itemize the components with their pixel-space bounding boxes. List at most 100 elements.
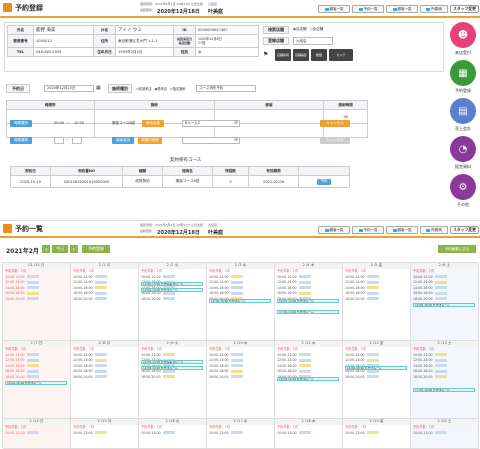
nominated-radio[interactable]: ○指名施術	[170, 86, 186, 91]
calendar-day[interactable]: 2 /14 日予約件数：1件 10:00-12:00	[3, 419, 71, 449]
today-button[interactable]: 今日	[52, 245, 68, 253]
list-customer-button-2[interactable]: 顧客一覧	[386, 226, 418, 234]
room-clear-icon[interactable]: ⊗	[234, 120, 238, 126]
reservation-chip[interactable]: 14:00-16:00 藍野 Bルーム	[209, 299, 271, 303]
end-time-2[interactable]	[72, 137, 82, 144]
store-edit-button[interactable]: 店舗編集	[293, 49, 309, 61]
customer-birth: 1995年2月2日	[115, 47, 174, 57]
room-select-2[interactable]	[182, 137, 240, 144]
calendar-day[interactable]: 2 /16 火予約件数：1件 10:00-12:00	[139, 419, 207, 449]
course-select[interactable]: コース消化予約	[196, 85, 256, 92]
list-affiliation-button[interactable]: 所属側	[420, 226, 448, 234]
calendar-slot[interactable]: 18:00-20:00	[139, 297, 206, 303]
reservation-chip[interactable]: 17:00-19:00 藍野 Bルーム	[277, 310, 339, 314]
start-time[interactable]: 09:00	[54, 121, 64, 125]
calendar-slot[interactable]: 10:00-12:00	[207, 431, 274, 437]
calendar-slot[interactable]: 10:00-12:00	[3, 431, 70, 437]
karte-button[interactable]: カルテ	[329, 49, 353, 61]
store-info-button[interactable]: 店舗情報	[275, 49, 291, 61]
list-staff-change-button[interactable]: スタッフ変更	[450, 226, 479, 234]
calendar-slot[interactable]: 10:00-12:00	[411, 431, 478, 437]
add-menu-button[interactable]: 施術追加	[112, 137, 134, 144]
calendar-slot[interactable]: 18:00-20:00	[343, 375, 410, 381]
reservation-chip[interactable]: 12:00-14:00 藍野 Bルーム	[277, 299, 339, 303]
reservation-chip[interactable]: 12:00-14:00 藍野 Bルーム	[141, 366, 203, 370]
reservation-chip[interactable]: 14:00-16:00 藍野 Bルーム	[345, 366, 407, 370]
start-time-2[interactable]	[54, 137, 64, 144]
list-customer-button[interactable]: 顧客一覧	[318, 226, 350, 234]
time-select-button-2[interactable]: 時間選択	[10, 137, 32, 144]
calendar-slot[interactable]: 18:00-20:00	[139, 375, 206, 381]
contract-reserve-button[interactable]: 予約	[317, 178, 331, 185]
reg-store-select[interactable]: 九段店	[293, 37, 333, 45]
menu-change-button[interactable]: 施術変更	[142, 120, 164, 127]
calendar-icon[interactable]: ▦	[96, 85, 101, 91]
calendar-slot[interactable]: 18:00-20:00	[71, 297, 138, 303]
calendar-slot[interactable]: 18:00-20:00	[3, 375, 70, 381]
flag-icon[interactable]: ⚑	[263, 51, 271, 59]
calendar-slot[interactable]: 10:00-12:00	[343, 431, 410, 437]
reservation-chip[interactable]: 17:00-19:00 藍野 Bルーム	[413, 388, 475, 392]
reservation-chip[interactable]: 14:00-16:00 藍野 Bルーム	[5, 381, 67, 385]
reservation-chip[interactable]: 14:00-16:00 藍野 Bルーム	[413, 303, 475, 307]
reservation-chip[interactable]: 11:00-13:00 藍野海美 Bルーム	[141, 282, 203, 286]
room-select[interactable]: Bルーム2	[182, 120, 240, 127]
affiliation-button[interactable]: 所属側	[420, 5, 448, 13]
register-button[interactable]: 予約登録	[82, 245, 110, 253]
calendar-slot[interactable]: 18:00-20:00	[411, 375, 478, 381]
calendar-day[interactable]: 2 /13 土予約件数：1件 10:00-12:00 12:00-14:00 14:0…	[411, 341, 479, 419]
calendar-day[interactable]: 2 /17 水予約件数：1件 10:00-12:00	[207, 419, 275, 449]
reservation-date-input[interactable]: 2020年12月20日	[44, 85, 94, 92]
calendar-day[interactable]: 01 /31 日予約件数：1件 10:00-12:00 12:00-14:00 14:…	[3, 263, 71, 341]
prev-month-button[interactable]: <	[42, 245, 50, 253]
gear-icon[interactable]: ⚙	[450, 174, 476, 200]
calendar-day[interactable]: 2 /10 水予約件数：1件 10:00-12:00 12:00-14:00 14:0…	[207, 341, 275, 419]
calendar-slot[interactable]: 18:00-20:00	[343, 297, 410, 303]
back-to-edit-button[interactable]: 予約編集に戻る	[438, 245, 476, 253]
calendar-slot[interactable]: 18:00-20:00	[3, 297, 70, 303]
history-button[interactable]: 履歴	[311, 49, 327, 61]
calendar-day[interactable]: 2 /2 火予約件数：1件10:00-12:0012:00-14:0014:00…	[139, 263, 207, 341]
reservation-chip[interactable]: 12:00-14:00 藍野 Bルーム	[277, 377, 339, 381]
calendar-slot[interactable]: 18:00-20:00	[71, 375, 138, 381]
room-clear-icon-2[interactable]: ⊗	[234, 137, 238, 143]
calendar-slot[interactable]: 18:00-20:00	[411, 297, 478, 303]
person-icon[interactable]: ☻	[450, 22, 476, 48]
first-visit-radio[interactable]: ○初回来店	[136, 86, 152, 91]
customer-list-button-2[interactable]: 顧客一覧	[386, 5, 418, 13]
calendar-day[interactable]: 2 /20 土予約件数：1件 10:00-12:00	[411, 419, 479, 449]
revisit-radio[interactable]: ◉再来店	[155, 86, 167, 91]
all-store-radio[interactable]: ○全店舗	[310, 27, 324, 32]
list-store-label: 九段店	[208, 223, 218, 227]
calendar-day[interactable]: 2 /19 金予約件数：1件 10:00-12:00	[343, 419, 411, 449]
calendar-slot[interactable]: 18:00-20:00	[207, 375, 274, 381]
calendar-day[interactable]: 2 /12 金予約件数：1件10:00-12:0012:00-14:0014:0…	[343, 341, 411, 419]
edit-period-button[interactable]: 期間内登録	[138, 137, 162, 144]
staff-change-button[interactable]: スタッフ変更	[450, 5, 479, 13]
calculator-icon[interactable]: ▤	[450, 98, 476, 124]
cancel-button[interactable]: キャンセル	[320, 120, 350, 127]
calendar-day[interactable]: 2 /9 火予約件数：1件10:00-12:0012:00-14:0014:00…	[139, 341, 207, 419]
calendar-slot[interactable]: 10:00-12:00	[139, 431, 206, 437]
customer-list-button[interactable]: 顧客一覧	[318, 5, 350, 13]
calendar-day[interactable]: 2 /7 日予約件数：1件 10:00-12:00 12:00-14:00 14:00…	[3, 341, 71, 419]
calendar-day[interactable]: 2 /6 土予約件数：1件 10:00-12:00 12:00-14:00 14:00…	[411, 263, 479, 341]
next-month-button[interactable]: >	[70, 245, 78, 253]
calendar-day[interactable]: 2 /8 月予約件数：1件 10:00-12:00 12:00-14:00 14:00…	[71, 341, 139, 419]
calendar-day[interactable]: 2 /15 月予約件数：1件 10:00-12:00	[71, 419, 139, 449]
calendar-slot[interactable]: 10:00-12:00	[275, 431, 342, 437]
own-store-radio[interactable]: ◉自店舗	[293, 27, 307, 32]
end-time[interactable]: 10:00	[74, 121, 84, 125]
reservation-chip[interactable]: 12:00-14:00 藍野 Bルーム	[141, 288, 203, 292]
calendar-icon-side[interactable]: ▦	[450, 60, 476, 86]
time-select-button[interactable]: 時間選択	[10, 120, 32, 127]
reservation-list-button[interactable]: 予約一覧	[352, 5, 384, 13]
calendar-slot[interactable]: 10:00-12:00	[71, 431, 138, 437]
calendar-day[interactable]: 2 /1 月予約件数：1件 10:00-12:00 12:00-14:00 14:00…	[71, 263, 139, 341]
list-reservation-button[interactable]: 予約一覧	[352, 226, 384, 234]
reservation-chip[interactable]: 11:00-13:00 藍野海美 Bルーム	[141, 360, 203, 364]
calendar-day[interactable]: 2 /5 金予約件数：1件 10:00-12:00 12:00-14:00 14:00…	[343, 263, 411, 341]
chart-icon[interactable]: ◔	[450, 136, 476, 162]
calendar-day[interactable]: 2 /18 木予約件数：1件 10:00-12:00	[275, 419, 343, 449]
availability-bar	[434, 369, 447, 373]
